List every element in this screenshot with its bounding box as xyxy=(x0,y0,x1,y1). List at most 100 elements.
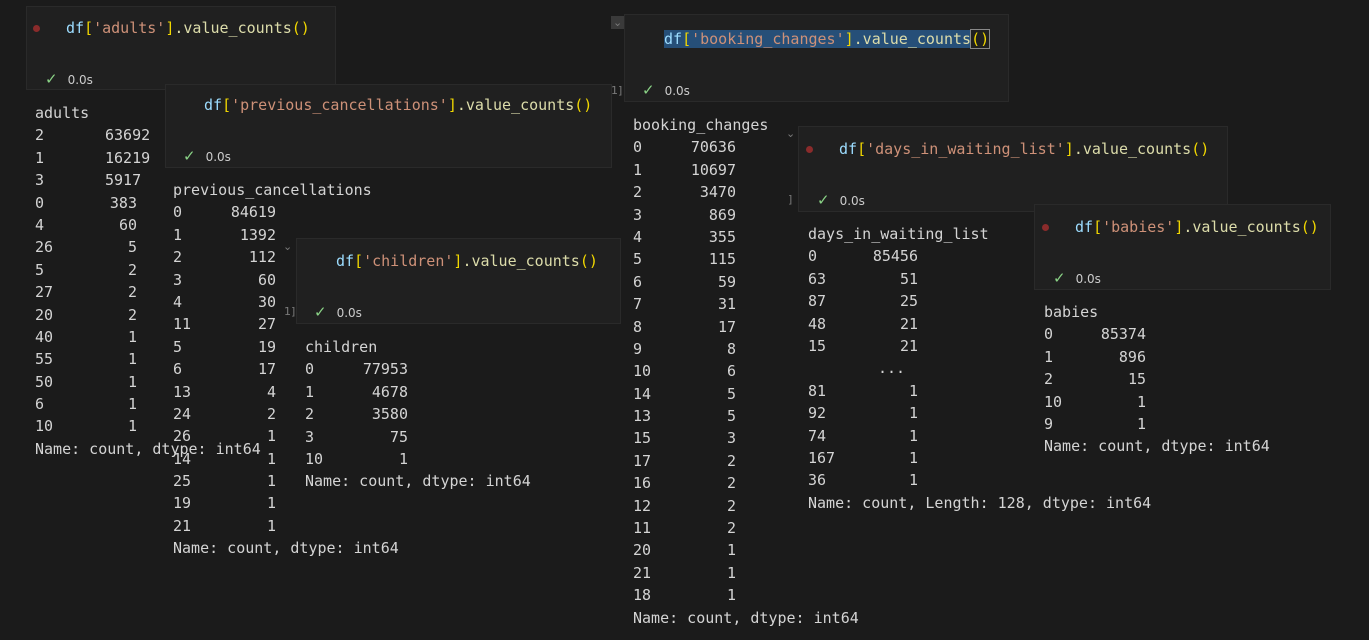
row-count: 4 xyxy=(266,382,276,401)
row-count: 1392 xyxy=(239,225,276,244)
row-index: 11 xyxy=(173,315,192,334)
row-count: 2 xyxy=(127,305,137,324)
row-index: 1 xyxy=(1044,347,1054,366)
code-line-adults[interactable]: df['adults'].value_counts() xyxy=(66,19,310,37)
row-index: 5 xyxy=(35,260,45,279)
output-row: 0 85374 xyxy=(1044,323,1270,345)
output-footer: Name: count, dtype: int64 xyxy=(633,608,859,627)
row-count: 51 xyxy=(899,269,918,288)
collapse-chevron-icon[interactable]: ⌄ xyxy=(283,240,292,253)
row-index: 9 xyxy=(1044,414,1054,433)
row-index: 0 xyxy=(633,138,643,157)
row-count: 21 xyxy=(899,314,918,333)
row-count: 2 xyxy=(726,519,736,538)
row-index: 3 xyxy=(305,427,315,446)
row-index: 2 xyxy=(1044,370,1054,389)
row-count: 5 xyxy=(726,384,736,403)
row-index: 3 xyxy=(633,205,643,224)
row-index: 20 xyxy=(633,541,652,560)
row-count: 8 xyxy=(726,339,736,358)
row-index: 25 xyxy=(173,472,192,491)
cell-gutter-bracket: 1] xyxy=(611,84,623,97)
row-index: 6 xyxy=(173,360,183,379)
row-index: 10 xyxy=(633,362,652,381)
output-children: children 0 77953 1 4678 2 3580 3 75 10 1 Name: co… xyxy=(305,336,531,493)
row-count: 1 xyxy=(908,471,918,490)
code-line-booking-changes[interactable]: df['booking_changes'].value_counts() xyxy=(664,29,991,49)
row-count: 60 xyxy=(118,215,137,234)
row-count: 17 xyxy=(717,317,736,336)
row-count: 1 xyxy=(266,472,276,491)
row-count: 27 xyxy=(257,315,276,334)
row-index: 21 xyxy=(173,516,192,535)
row-index: 9 xyxy=(633,339,643,358)
output-row: 36 1 xyxy=(808,469,1151,491)
row-index: 15 xyxy=(808,336,827,355)
row-count: 1 xyxy=(266,427,276,446)
row-index: 167 xyxy=(808,448,836,467)
cell-error-dot xyxy=(33,25,40,32)
row-count: 15 xyxy=(1127,370,1146,389)
cell-gutter-bracket: 1] xyxy=(284,305,296,318)
row-count: 10697 xyxy=(690,160,736,179)
output-row: 3 75 xyxy=(305,426,531,448)
row-index: 12 xyxy=(633,496,652,515)
row-count: 1 xyxy=(726,586,736,605)
row-count: 2 xyxy=(726,474,736,493)
row-count: 5 xyxy=(726,407,736,426)
row-index: 4 xyxy=(633,227,643,246)
row-count: 75 xyxy=(389,427,408,446)
row-index: 20 xyxy=(35,305,54,324)
code-line-babies[interactable]: df['babies'].value_counts() xyxy=(1075,218,1319,236)
row-index: 5 xyxy=(633,250,643,269)
row-count: 1 xyxy=(908,448,918,467)
row-index: 63 xyxy=(808,269,827,288)
exec-status: ✓ 0.0s xyxy=(183,147,231,165)
code-line-previous-cancellations[interactable]: df['previous_cancellations'].value_count… xyxy=(204,96,592,114)
row-index: 14 xyxy=(173,449,192,468)
row-count: 25 xyxy=(899,292,918,311)
row-count: 1 xyxy=(726,541,736,560)
output-row: 19 1 xyxy=(173,492,399,514)
output-header: babies xyxy=(1044,303,1099,321)
row-count: 59 xyxy=(717,272,736,291)
row-index: 92 xyxy=(808,404,827,423)
output-footer: Name: count, dtype: int64 xyxy=(305,472,531,491)
row-count: 5917 xyxy=(105,171,142,190)
output-row: 1 4678 xyxy=(305,381,531,403)
row-count: 896 xyxy=(1118,347,1146,366)
row-count: 1 xyxy=(908,426,918,445)
collapse-chevron-icon[interactable]: ⌄ xyxy=(611,16,625,29)
row-index: 5 xyxy=(173,337,183,356)
row-index: 1 xyxy=(35,148,45,167)
row-count: 1 xyxy=(127,350,137,369)
row-count: 2 xyxy=(726,496,736,515)
row-index: 26 xyxy=(35,238,54,257)
row-index: 1 xyxy=(305,382,315,401)
row-index: 17 xyxy=(633,451,652,470)
cell-error-dot xyxy=(806,146,813,153)
row-index: 1 xyxy=(633,160,643,179)
output-header: previous_cancellations xyxy=(173,181,372,199)
row-index: 16 xyxy=(633,474,652,493)
row-count: 1 xyxy=(1136,392,1146,411)
row-count: 85374 xyxy=(1100,325,1146,344)
collapse-chevron-icon[interactable]: ⌄ xyxy=(786,127,795,140)
row-index: 2 xyxy=(305,405,315,424)
row-count: 19 xyxy=(257,337,276,356)
code-line-children[interactable]: df['children'].value_counts() xyxy=(336,252,598,270)
row-index: 14 xyxy=(633,384,652,403)
row-index: 74 xyxy=(808,426,827,445)
check-icon: ✓ xyxy=(314,303,327,321)
output-footer: Name: count, dtype: int64 xyxy=(173,539,399,558)
row-index: 2 xyxy=(35,126,45,145)
output-row: 21 1 xyxy=(633,562,859,584)
code-line-days-in-waiting-list[interactable]: df['days_in_waiting_list'].value_counts(… xyxy=(839,140,1209,158)
row-index: 0 xyxy=(1044,325,1054,344)
output-row: 2 15 xyxy=(1044,368,1270,390)
row-count: 1 xyxy=(398,449,408,468)
row-count: 1 xyxy=(127,417,137,436)
row-count: 1 xyxy=(1136,414,1146,433)
row-count: 1 xyxy=(266,494,276,513)
row-count: 115 xyxy=(708,250,736,269)
